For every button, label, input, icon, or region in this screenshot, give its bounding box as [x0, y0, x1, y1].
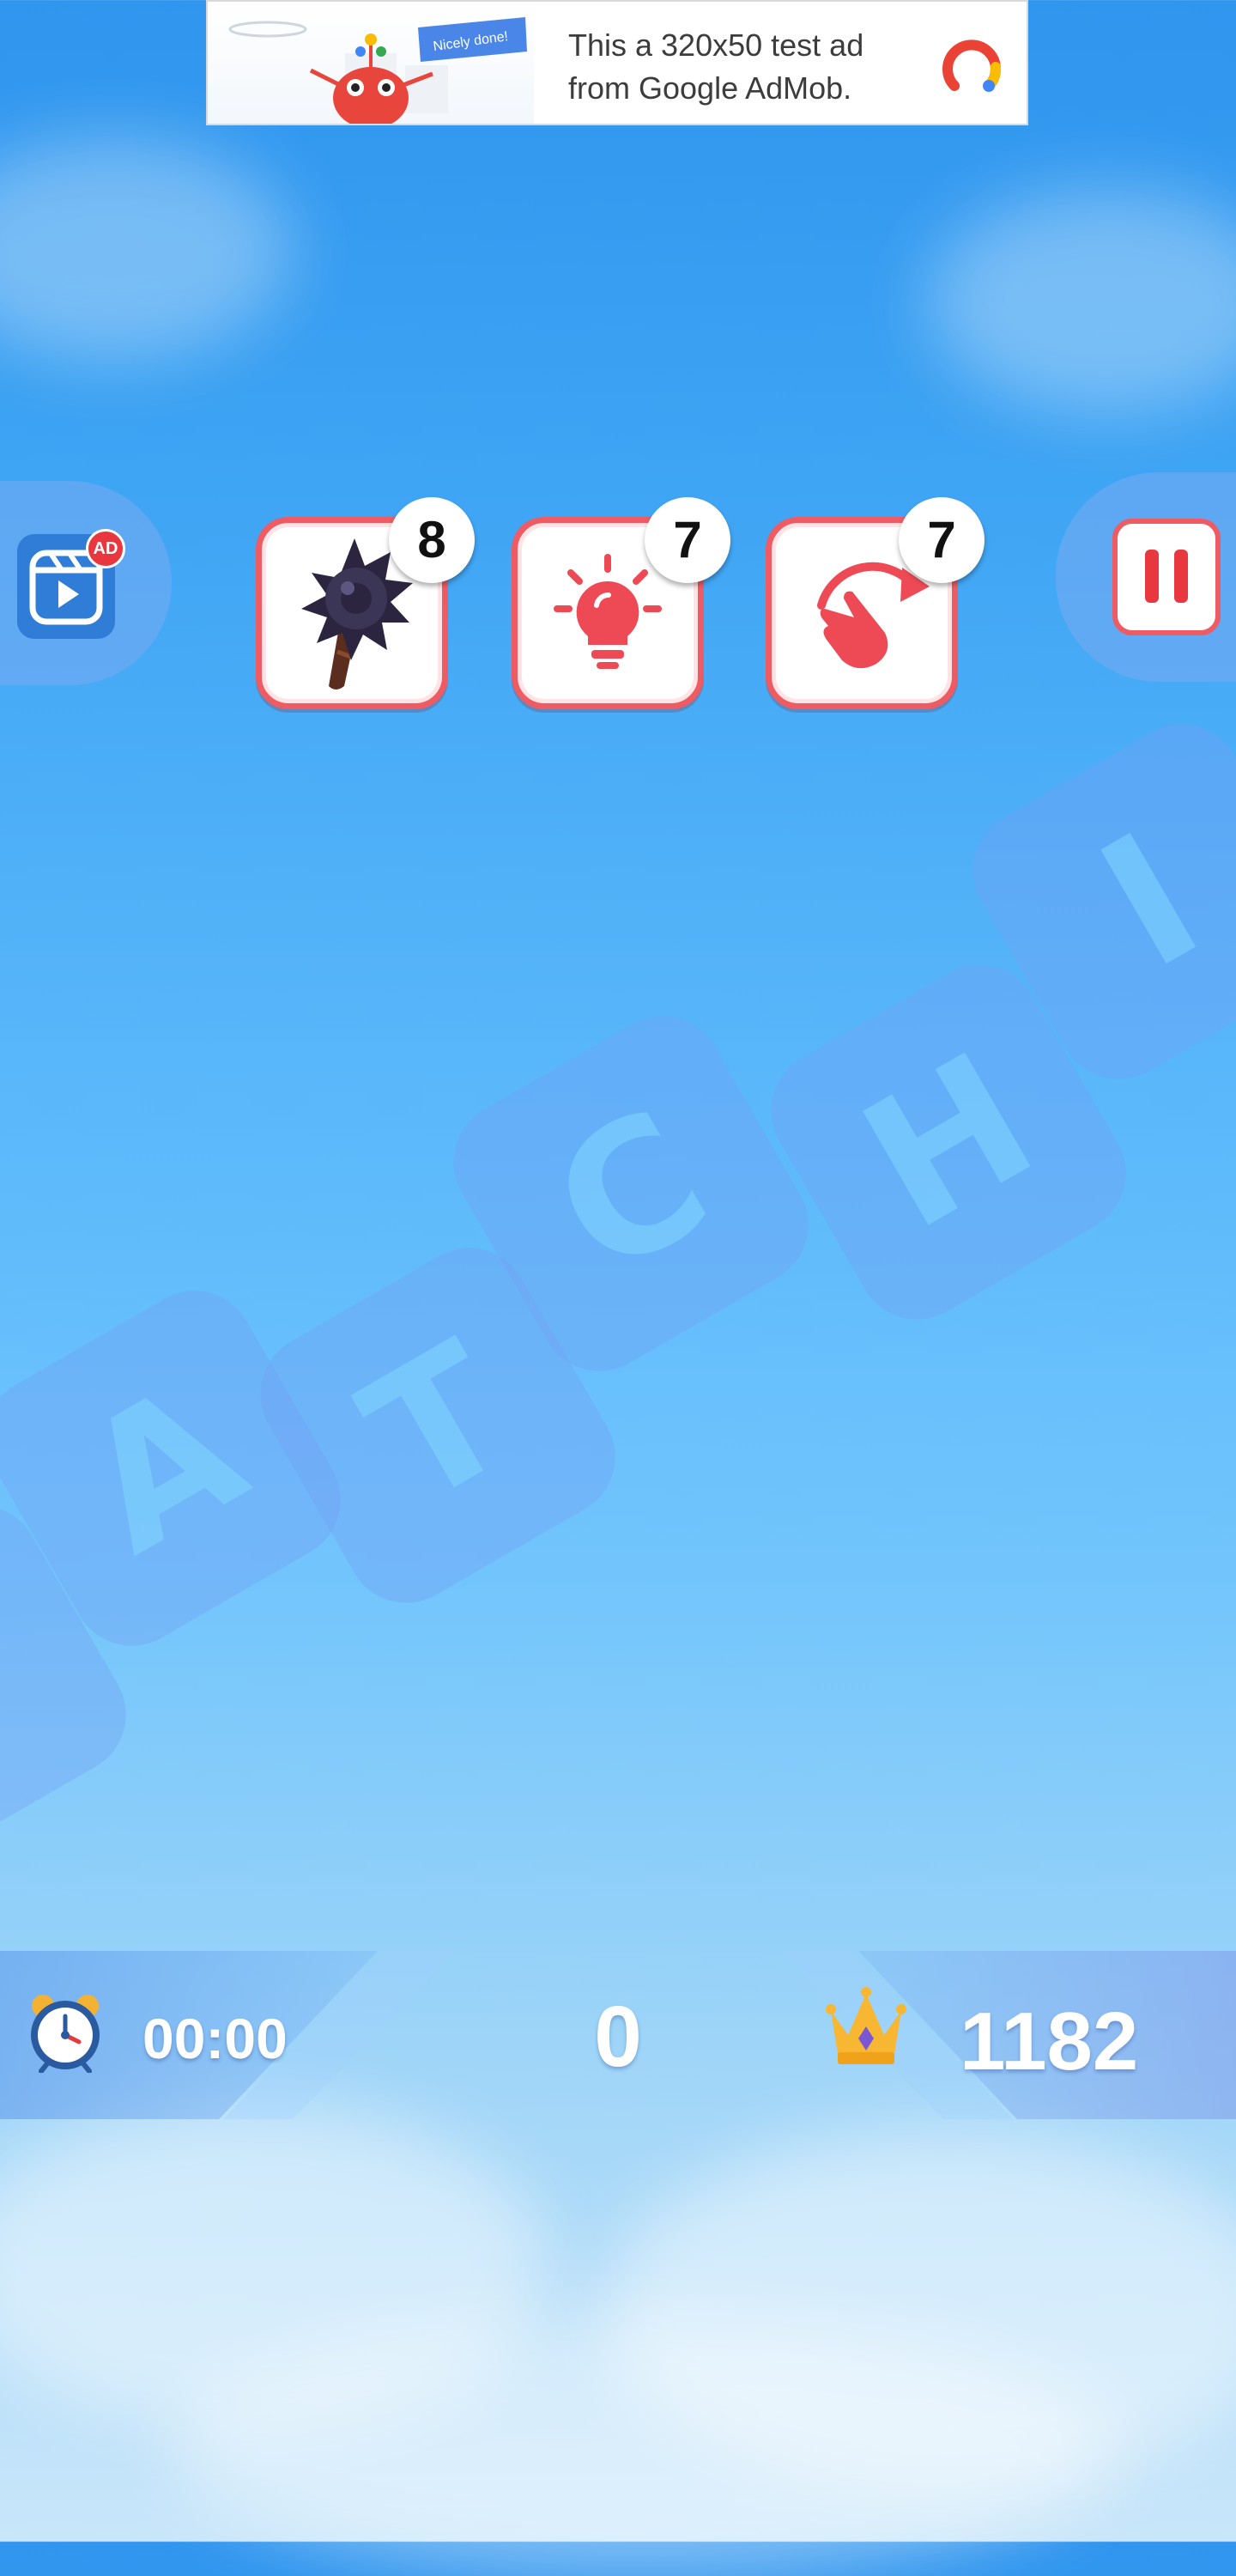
booster-undo-count: 7 — [899, 497, 985, 583]
pause-icon — [1112, 519, 1221, 635]
alarm-clock-icon — [26, 1990, 105, 2074]
admob-logo-icon — [936, 29, 1008, 101]
booster-mace-button[interactable]: 8 — [256, 497, 475, 709]
booster-hint-count: 7 — [645, 497, 730, 583]
booster-undo-button[interactable]: 7 — [766, 497, 985, 709]
booster-mace-count: 8 — [389, 497, 475, 583]
best-score-text: 1182 — [960, 1996, 1139, 2087]
monster-illustration-icon: Nicely done! — [228, 17, 527, 124]
score-text: 0 — [594, 1989, 642, 2085]
crown-icon — [826, 1985, 906, 2068]
booster-hint-button[interactable]: 7 — [512, 497, 730, 709]
ad-badge: AD — [86, 529, 125, 568]
pause-button[interactable] — [1112, 519, 1221, 635]
hud-bar: 00:00 0 1182 — [0, 1951, 1236, 2119]
ad-illustration: Nicely done! — [208, 2, 534, 124]
ad-text: This a 320x50 test ad from Google AdMob. — [568, 24, 946, 110]
timer-text: 00:00 — [142, 2007, 288, 2070]
ad-banner[interactable]: Nicely done! This a 320x50 test ad from … — [206, 0, 1028, 125]
ad-text-line2: from Google AdMob. — [568, 70, 852, 106]
ad-text-line1: This a 320x50 test ad — [568, 27, 864, 63]
